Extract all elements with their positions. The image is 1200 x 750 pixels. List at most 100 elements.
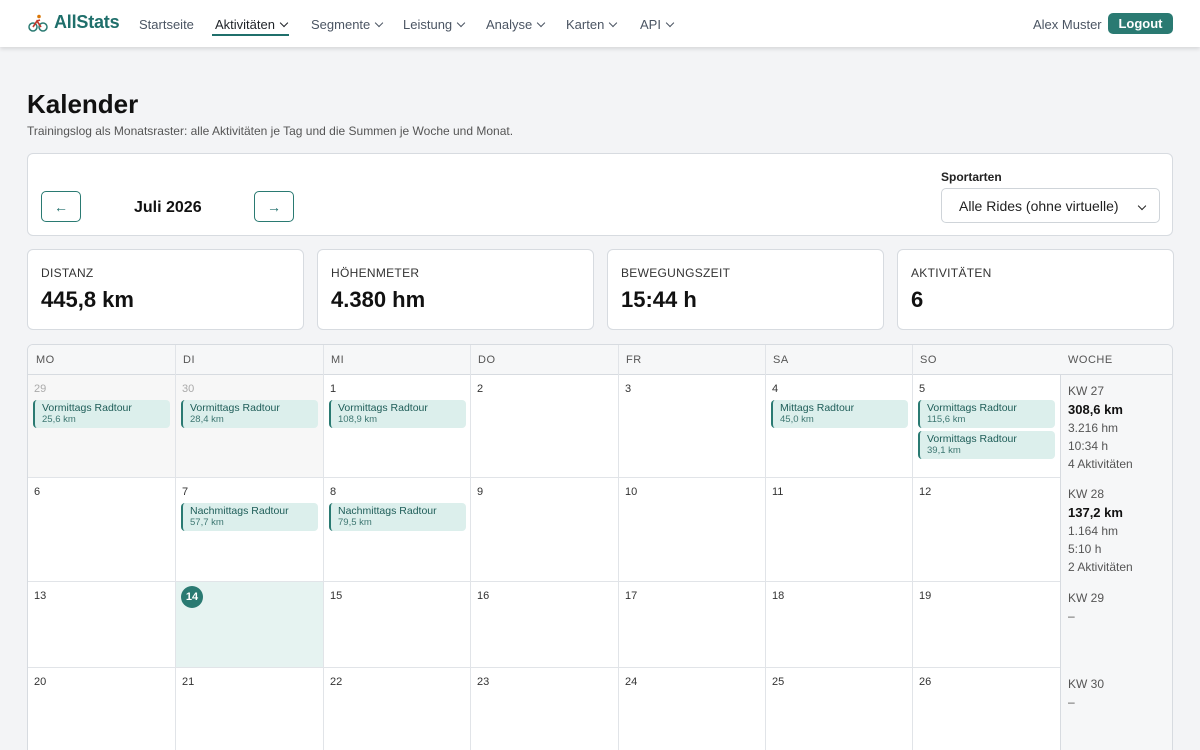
brand[interactable]: AllStats bbox=[28, 12, 120, 33]
page-subtitle: Trainingslog als Monatsraster: alle Akti… bbox=[27, 124, 514, 138]
activity-distance: 115,6 km bbox=[927, 414, 966, 425]
stat-card-moving-time: BEWEGUNGSZEIT 15:44 h bbox=[607, 249, 884, 330]
day-cell[interactable]: 24 bbox=[619, 668, 765, 750]
next-month-button[interactable]: → bbox=[254, 191, 294, 222]
day-cell[interactable]: 23 bbox=[471, 668, 618, 750]
activity-event[interactable]: Mittags Radtour 45,0 km bbox=[771, 400, 908, 428]
nav-leistung[interactable]: Leistung bbox=[403, 17, 466, 32]
stat-value: 445,8 km bbox=[41, 287, 134, 312]
chevron-down-icon bbox=[279, 18, 289, 27]
stat-label: HÖHENMETER bbox=[331, 266, 420, 280]
day-cell[interactable]: 20 bbox=[28, 668, 175, 750]
day-cell[interactable]: 2 bbox=[471, 375, 618, 478]
chevron-down-icon bbox=[609, 18, 618, 27]
week-summary: KW 27 308,6 km 3.216 hm 10:34 h 4 Aktivitäte… bbox=[1068, 384, 1133, 471]
calendar-controls: ← Juli 2026 → Sportarten Alle Rides (ohn… bbox=[27, 153, 1173, 236]
activity-event[interactable]: Vormittags Radtour 108,9 km bbox=[329, 400, 466, 428]
day-cell[interactable]: 16 bbox=[471, 582, 618, 668]
day-cell[interactable]: 19 bbox=[913, 582, 1060, 668]
activity-name: Nachmittags Radtour bbox=[338, 505, 437, 517]
day-cell[interactable]: 22 bbox=[324, 668, 470, 750]
day-number: 2 bbox=[477, 383, 484, 395]
day-cell[interactable]: 29 Vormittags Radtour 25,6 km bbox=[28, 375, 175, 478]
weekday-header: MI bbox=[331, 354, 345, 366]
day-number: 10 bbox=[625, 486, 638, 498]
day-number: 3 bbox=[625, 383, 632, 395]
activity-event[interactable]: Vormittags Radtour 39,1 km bbox=[918, 431, 1055, 459]
nav-karten[interactable]: Karten bbox=[566, 17, 618, 32]
current-month: Juli 2026 bbox=[134, 199, 202, 216]
month-calendar: MO DI MI DO FR SA SO WOCHE 29 Vormittags Radtour… bbox=[27, 344, 1173, 750]
logout-button[interactable]: Logout bbox=[1108, 13, 1173, 34]
day-cell[interactable]: 15 bbox=[324, 582, 470, 668]
day-number: 16 bbox=[477, 590, 490, 602]
weekday-header: SA bbox=[773, 354, 789, 366]
day-cell[interactable]: 10 bbox=[619, 478, 765, 582]
active-nav-indicator bbox=[212, 34, 289, 36]
stat-value: 4.380 hm bbox=[331, 287, 426, 312]
nav-label: Karten bbox=[566, 17, 605, 32]
weekday-header: WOCHE bbox=[1068, 354, 1113, 366]
user-name[interactable]: Alex Muster bbox=[1033, 17, 1102, 32]
day-number: 5 bbox=[919, 383, 926, 395]
day-number: 12 bbox=[919, 486, 932, 498]
day-cell[interactable]: 21 bbox=[176, 668, 323, 750]
nav-aktivitaeten[interactable]: Aktivitäten bbox=[215, 17, 289, 32]
day-cell[interactable]: 11 bbox=[766, 478, 912, 582]
activity-distance: 57,7 km bbox=[190, 517, 224, 528]
day-number: 21 bbox=[182, 676, 195, 688]
nav-segmente[interactable]: Segmente bbox=[311, 17, 384, 32]
day-cell[interactable]: 3 bbox=[619, 375, 765, 478]
week-distance: 137,2 km bbox=[1068, 505, 1123, 520]
stat-card-elevation: HÖHENMETER 4.380 hm bbox=[317, 249, 594, 330]
nav-label: Aktivitäten bbox=[215, 17, 275, 32]
day-number: 7 bbox=[182, 486, 189, 498]
activity-event[interactable]: Vormittags Radtour 25,6 km bbox=[33, 400, 170, 428]
day-cell[interactable]: 25 bbox=[766, 668, 912, 750]
day-cell[interactable]: 14 bbox=[176, 582, 323, 668]
prev-month-button[interactable]: ← bbox=[41, 191, 81, 222]
sport-filter-value: Alle Rides (ohne virtuelle) bbox=[959, 197, 1119, 214]
day-cell[interactable]: 18 bbox=[766, 582, 912, 668]
week-elevation: 3.216 hm bbox=[1068, 421, 1119, 435]
day-number: 18 bbox=[772, 590, 785, 602]
nav-startseite[interactable]: Startseite bbox=[139, 17, 194, 32]
day-number: 9 bbox=[477, 486, 484, 498]
sport-filter-label: Sportarten bbox=[941, 170, 1002, 184]
day-cell[interactable]: 30 Vormittags Radtour 28,4 km bbox=[176, 375, 323, 478]
week-activity-count: 4 Aktivitäten bbox=[1068, 457, 1133, 471]
nav-analyse[interactable]: Analyse bbox=[486, 17, 546, 32]
week-elevation: 1.164 hm bbox=[1068, 524, 1119, 538]
grid-row-line bbox=[28, 581, 1060, 582]
activity-event[interactable]: Nachmittags Radtour 79,5 km bbox=[329, 503, 466, 531]
day-cell[interactable]: 7 Nachmittags Radtour 57,7 km bbox=[176, 478, 323, 582]
day-cell[interactable]: 8 Nachmittags Radtour 79,5 km bbox=[324, 478, 470, 582]
day-number: 19 bbox=[919, 590, 932, 602]
day-number: 30 bbox=[182, 383, 195, 395]
day-cell[interactable]: 26 bbox=[913, 668, 1060, 750]
day-cell[interactable]: 1 Vormittags Radtour 108,9 km bbox=[324, 375, 470, 478]
day-number: 22 bbox=[330, 676, 343, 688]
activity-event[interactable]: Vormittags Radtour 115,6 km bbox=[918, 400, 1055, 428]
day-number: 1 bbox=[330, 383, 337, 395]
day-cell[interactable]: 5 Vormittags Radtour 115,6 km Vormittags Ra… bbox=[913, 375, 1060, 478]
day-cell[interactable]: 12 bbox=[913, 478, 1060, 582]
day-cell[interactable]: 6 bbox=[28, 478, 175, 582]
page-title: Kalender bbox=[27, 89, 139, 119]
sport-filter-select[interactable]: Alle Rides (ohne virtuelle) bbox=[941, 188, 1160, 223]
day-cell[interactable]: 4 Mittags Radtour 45,0 km bbox=[766, 375, 912, 478]
activity-name: Vormittags Radtour bbox=[338, 402, 428, 414]
top-navbar: AllStats Startseite Aktivitäten Segmente… bbox=[0, 0, 1200, 47]
day-cell[interactable]: 13 bbox=[28, 582, 175, 668]
week-number: KW 29 bbox=[1068, 591, 1105, 605]
activity-event[interactable]: Nachmittags Radtour 57,7 km bbox=[181, 503, 318, 531]
day-cell[interactable]: 17 bbox=[619, 582, 765, 668]
activity-distance: 79,5 km bbox=[338, 517, 372, 528]
activity-name: Vormittags Radtour bbox=[42, 402, 132, 414]
activity-event[interactable]: Vormittags Radtour 28,4 km bbox=[181, 400, 318, 428]
nav-api[interactable]: API bbox=[640, 17, 675, 32]
week-activity-count: 2 Aktivitäten bbox=[1068, 560, 1133, 574]
stat-card-activities: AKTIVITÄTEN 6 bbox=[897, 249, 1174, 330]
day-number: 20 bbox=[34, 676, 47, 688]
day-cell[interactable]: 9 bbox=[471, 478, 618, 582]
